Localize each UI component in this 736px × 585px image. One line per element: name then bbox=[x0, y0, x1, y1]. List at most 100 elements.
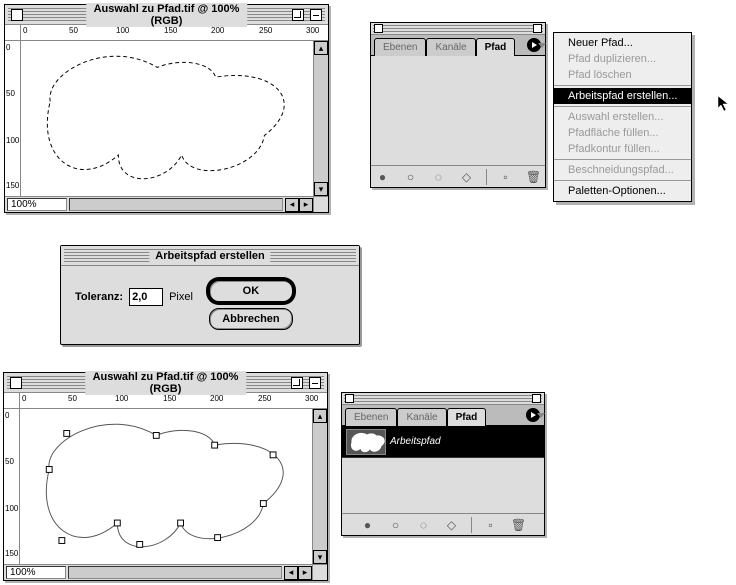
palette-footer: ● ○ ◌ ◇ ▫ 🗑 bbox=[371, 165, 545, 187]
selection-marquee bbox=[21, 41, 313, 196]
ruler-mark: 50 bbox=[68, 394, 77, 403]
ruler-origin[interactable] bbox=[5, 25, 21, 41]
selection-to-path-icon[interactable]: ◇ bbox=[458, 169, 476, 185]
tab-pfad[interactable]: Pfad bbox=[447, 408, 487, 426]
titlebar[interactable]: Auswahl zu Pfad.tif @ 100% (RGB) bbox=[4, 373, 327, 393]
collapse-icon[interactable] bbox=[533, 24, 542, 33]
window-title: Auswahl zu Pfad.tif @ 100% (RGB) bbox=[86, 3, 248, 27]
palette-content[interactable]: Arbeitspfad bbox=[342, 425, 544, 513]
ruler-vertical[interactable]: 0 50 100 150 bbox=[4, 409, 20, 564]
path-row-arbeitspfad[interactable]: Arbeitspfad bbox=[342, 426, 544, 458]
palette-menu-icon[interactable] bbox=[527, 38, 541, 52]
menu-arbeitspfad-erstellen[interactable]: Arbeitspfad erstellen... bbox=[554, 88, 691, 104]
tab-ebenen[interactable]: Ebenen bbox=[345, 408, 397, 426]
scrollbar-v[interactable] bbox=[314, 55, 328, 182]
palette-tabs: Ebenen Kanäle Pfad bbox=[342, 405, 544, 425]
collapse-icon[interactable] bbox=[310, 9, 322, 21]
tolerance-input[interactable] bbox=[129, 288, 163, 306]
ruler-origin[interactable] bbox=[4, 393, 20, 409]
scrollbar-h[interactable] bbox=[69, 198, 283, 211]
tab-kanaele[interactable]: Kanäle bbox=[397, 408, 446, 426]
cancel-button[interactable]: Abbrechen bbox=[209, 308, 293, 330]
scroll-down-icon[interactable]: ▾ bbox=[313, 550, 327, 564]
document-window-1: Auswahl zu Pfad.tif @ 100% (RGB) 0 50 10… bbox=[4, 4, 329, 213]
collapse-icon[interactable] bbox=[532, 394, 541, 403]
ruler-mark: 250 bbox=[258, 394, 271, 403]
ruler-mark: 200 bbox=[210, 394, 223, 403]
scroll-right-icon[interactable]: ▸ bbox=[299, 198, 313, 212]
scroll-down-icon[interactable]: ▾ bbox=[314, 182, 328, 196]
new-path-icon[interactable]: ▫ bbox=[497, 169, 515, 185]
fill-path-icon[interactable]: ● bbox=[359, 517, 377, 533]
tab-pfad[interactable]: Pfad bbox=[476, 38, 516, 56]
zoom-icon[interactable] bbox=[292, 9, 304, 21]
close-icon[interactable] bbox=[345, 394, 354, 403]
dialog-title: Arbeitspfad erstellen bbox=[149, 250, 270, 262]
fill-path-icon[interactable]: ● bbox=[374, 169, 392, 185]
cursor-icon bbox=[718, 96, 732, 112]
ok-button[interactable]: OK bbox=[209, 280, 293, 302]
scroll-up-icon[interactable]: ▴ bbox=[313, 409, 327, 423]
dialog-titlebar[interactable]: Arbeitspfad erstellen bbox=[61, 246, 359, 266]
ruler-mark: 50 bbox=[69, 26, 78, 35]
path-to-selection-icon[interactable]: ◌ bbox=[415, 517, 433, 533]
tab-ebenen[interactable]: Ebenen bbox=[374, 38, 426, 56]
resize-grip-icon[interactable] bbox=[313, 197, 328, 212]
window-title: Auswahl zu Pfad.tif @ 100% (RGB) bbox=[85, 371, 247, 395]
delete-path-icon[interactable]: 🗑 bbox=[525, 169, 543, 185]
scroll-left-icon[interactable]: ◂ bbox=[284, 566, 298, 580]
zoom-icon[interactable] bbox=[291, 377, 303, 389]
palette-content[interactable] bbox=[371, 55, 545, 165]
palette-menu-icon[interactable] bbox=[526, 408, 540, 422]
ruler-mark: 0 bbox=[5, 411, 9, 420]
close-icon[interactable] bbox=[11, 9, 23, 21]
canvas[interactable] bbox=[20, 409, 312, 564]
ruler-mark: 150 bbox=[163, 394, 176, 403]
paths-palette-1: Ebenen Kanäle Pfad ● ○ ◌ ◇ ▫ 🗑 bbox=[370, 22, 546, 188]
scroll-right-icon[interactable]: ▸ bbox=[298, 566, 312, 580]
close-icon[interactable] bbox=[10, 377, 22, 389]
zoom-field[interactable]: 100% bbox=[7, 198, 67, 211]
new-path-icon[interactable]: ▫ bbox=[482, 517, 500, 533]
menu-separator bbox=[554, 159, 691, 160]
paths-palette-2: Ebenen Kanäle Pfad Arbeitspfad ● ○ ◌ ◇ ▫… bbox=[341, 392, 545, 536]
zoom-field[interactable]: 100% bbox=[6, 566, 66, 579]
palette-header[interactable] bbox=[371, 23, 545, 35]
ruler-mark: 50 bbox=[5, 457, 14, 466]
palette-header[interactable] bbox=[342, 393, 544, 405]
scroll-left-icon[interactable]: ◂ bbox=[285, 198, 299, 212]
menu-beschneidungspfad: Beschneidungspfad... bbox=[554, 162, 691, 178]
menu-paletten-optionen[interactable]: Paletten-Optionen... bbox=[554, 183, 691, 199]
ruler-mark: 50 bbox=[6, 89, 15, 98]
ruler-mark: 100 bbox=[6, 136, 19, 145]
scrollbar-h[interactable] bbox=[68, 566, 282, 579]
ruler-vertical[interactable]: 0 50 100 150 bbox=[5, 41, 21, 196]
ruler-horizontal[interactable]: 0 50 100 150 200 250 300 bbox=[20, 393, 327, 409]
ruler-mark: 150 bbox=[164, 26, 177, 35]
tab-kanaele[interactable]: Kanäle bbox=[426, 38, 475, 56]
ruler-mark: 100 bbox=[115, 394, 128, 403]
delete-path-icon[interactable]: 🗑 bbox=[510, 517, 528, 533]
menu-separator bbox=[554, 106, 691, 107]
statusbar: 100% ◂ ▸ bbox=[4, 564, 327, 580]
menu-neuer-pfad[interactable]: Neuer Pfad... bbox=[554, 35, 691, 51]
stroke-path-icon[interactable]: ○ bbox=[402, 169, 420, 185]
selection-to-path-icon[interactable]: ◇ bbox=[443, 517, 461, 533]
menu-pfadkontur-fuellen: Pfadkontur füllen... bbox=[554, 141, 691, 157]
titlebar[interactable]: Auswahl zu Pfad.tif @ 100% (RGB) bbox=[5, 5, 328, 25]
work-path bbox=[20, 409, 312, 564]
scrollbar-v[interactable] bbox=[313, 423, 327, 550]
path-to-selection-icon[interactable]: ◌ bbox=[430, 169, 448, 185]
document-window-2: Auswahl zu Pfad.tif @ 100% (RGB) 0 50 10… bbox=[3, 372, 328, 581]
close-icon[interactable] bbox=[374, 24, 383, 33]
menu-separator bbox=[554, 85, 691, 86]
ruler-mark: 0 bbox=[22, 394, 26, 403]
scroll-up-icon[interactable]: ▴ bbox=[314, 41, 328, 55]
palette-tabs: Ebenen Kanäle Pfad bbox=[371, 35, 545, 55]
canvas[interactable] bbox=[21, 41, 313, 196]
menu-pfad-duplizieren: Pfad duplizieren... bbox=[554, 51, 691, 67]
stroke-path-icon[interactable]: ○ bbox=[387, 517, 405, 533]
ruler-horizontal[interactable]: 0 50 100 150 200 250 300 bbox=[21, 25, 328, 41]
collapse-icon[interactable] bbox=[309, 377, 321, 389]
resize-grip-icon[interactable] bbox=[312, 565, 327, 580]
